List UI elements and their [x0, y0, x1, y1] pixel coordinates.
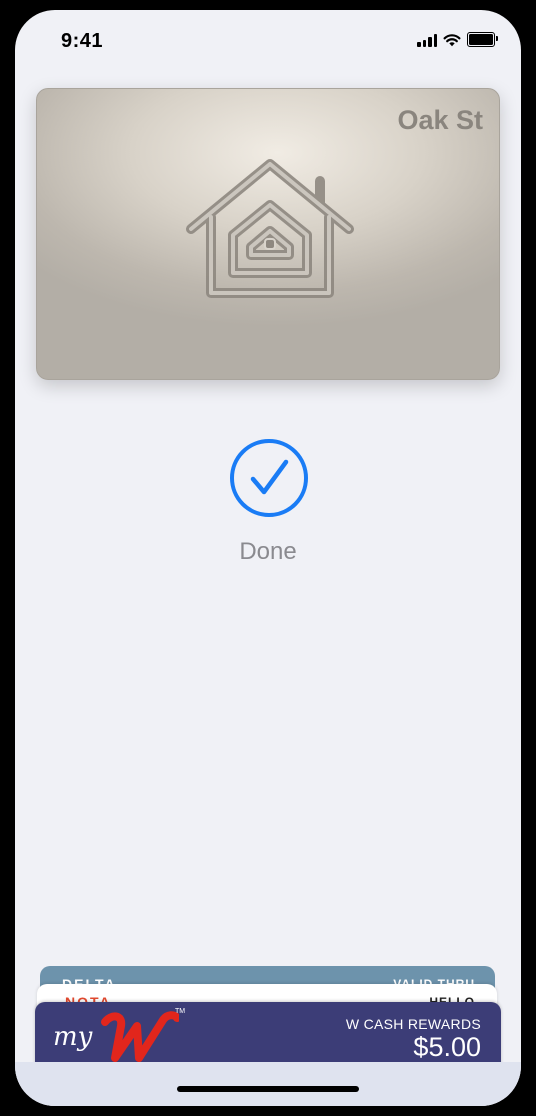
- status-bar: 9:41: [15, 10, 521, 70]
- trademark-mark: TM: [175, 1008, 186, 1015]
- rewards-label: W CASH REWARDS: [345, 1016, 481, 1032]
- battery-icon: [467, 32, 498, 47]
- status-time: 9:41: [61, 30, 104, 52]
- rewards-brand-prefix: my: [53, 1022, 93, 1052]
- home-icon: [186, 159, 354, 298]
- home-key-card[interactable]: Oak St: [36, 88, 500, 380]
- rewards-amount: $5.00: [413, 1032, 481, 1062]
- wifi-icon: [443, 33, 461, 46]
- home-indicator[interactable]: [177, 1086, 359, 1092]
- phone-screen: 9:41 Oak St Done my TM W CASH REWARDS $5…: [15, 10, 521, 1106]
- walgreens-w-logo: [101, 1011, 179, 1062]
- checkmark-done-icon: [230, 439, 308, 517]
- cellular-signal-icon: [417, 33, 437, 47]
- home-card-title: Oak St: [397, 105, 483, 135]
- done-label: Done: [239, 538, 297, 565]
- bottom-bar: [15, 1062, 521, 1106]
- wallet-card-stack: DELTA VALID THRU NOTA HELLO my TM W CASH…: [15, 960, 521, 1082]
- status-icons: [417, 32, 498, 47]
